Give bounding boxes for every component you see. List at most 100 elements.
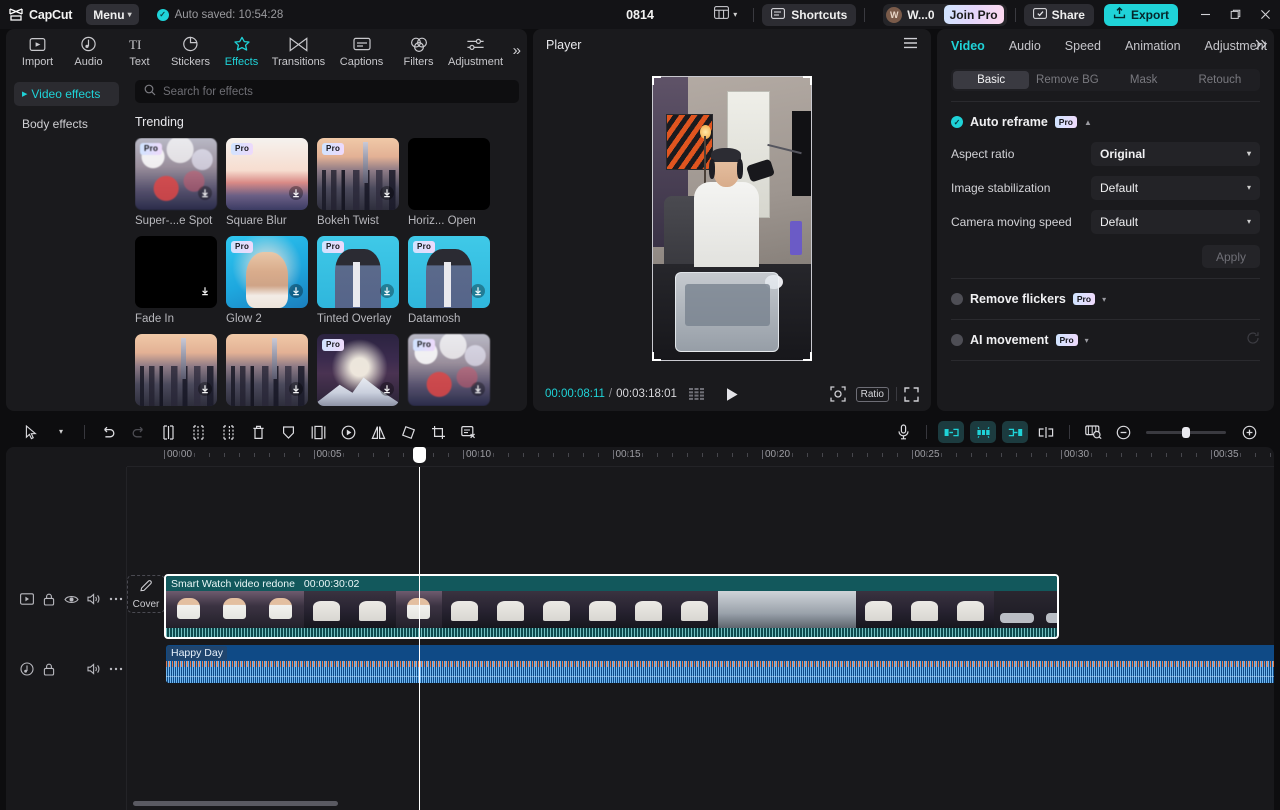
nav-tab-stickers[interactable]: Stickers <box>165 31 216 73</box>
more-icon[interactable] <box>105 657 127 681</box>
download-icon[interactable] <box>289 186 303 205</box>
playhead[interactable] <box>419 467 420 810</box>
share-button[interactable]: Share <box>1024 4 1094 26</box>
effect-card[interactable]: Pro Super-...e Spot <box>135 138 217 227</box>
tool-dropdown-button[interactable]: ▾ <box>46 419 76 445</box>
freeze-button[interactable] <box>273 419 303 445</box>
tab-animation[interactable]: Animation <box>1125 39 1181 53</box>
video-clip[interactable]: Smart Watch video redone 00:00:30:02 <box>164 574 1059 639</box>
category-body-effects[interactable]: Body effects <box>14 112 119 136</box>
effect-thumbnail[interactable]: Pro <box>408 334 490 406</box>
effect-card[interactable]: Pro Datamosh <box>408 236 490 325</box>
lock-icon[interactable] <box>38 587 60 611</box>
effect-thumbnail[interactable] <box>226 334 308 406</box>
export-button[interactable]: Export <box>1104 4 1178 26</box>
nav-more-button[interactable]: » <box>513 42 521 59</box>
download-icon[interactable] <box>289 284 303 303</box>
shortcuts-button[interactable]: Shortcuts <box>762 4 856 26</box>
effect-card[interactable]: Horiz... Open <box>408 138 490 227</box>
timeline-lane[interactable]: Smart Watch video redone 00:00:30:02 Hap… <box>127 467 1274 810</box>
segment-retouch[interactable]: Retouch <box>1182 71 1258 89</box>
ratio-button[interactable]: Ratio <box>856 387 889 402</box>
zoom-slider-knob[interactable] <box>1182 427 1190 438</box>
download-icon[interactable] <box>198 382 212 401</box>
split-button[interactable] <box>153 419 183 445</box>
tab-video[interactable]: Video <box>951 39 985 53</box>
search-input[interactable] <box>163 86 510 98</box>
tab-speed[interactable]: Speed <box>1065 39 1101 53</box>
speed-button[interactable] <box>333 419 363 445</box>
ai-movement-checkbox[interactable] <box>951 334 963 346</box>
crop-button[interactable] <box>423 419 453 445</box>
record-voiceover-button[interactable] <box>888 419 918 445</box>
resize-handle-top-left[interactable] <box>652 76 661 85</box>
nav-tab-effects[interactable]: Effects <box>216 31 267 73</box>
effect-card[interactable]: Pro <box>408 334 490 406</box>
image-stabilization-select[interactable]: Default ▾ <box>1091 176 1260 200</box>
effect-card[interactable]: Pro <box>317 334 399 406</box>
download-icon[interactable] <box>380 186 394 205</box>
segment-remove-bg[interactable]: Remove BG <box>1029 71 1105 89</box>
layout-switch-button[interactable]: ▾ <box>706 6 745 24</box>
download-icon[interactable] <box>471 284 485 303</box>
inspector-more-button[interactable] <box>1255 38 1268 56</box>
auto-reframe-checkbox[interactable]: ✓ <box>951 116 963 128</box>
chevron-up-icon[interactable]: ▲ <box>1084 118 1092 127</box>
nav-tab-filters[interactable]: Filters <box>393 31 444 73</box>
rotate-button[interactable] <box>393 419 423 445</box>
segment-basic[interactable]: Basic <box>953 71 1029 89</box>
minimize-button[interactable] <box>1190 0 1220 29</box>
eye-icon[interactable] <box>60 587 82 611</box>
track-preview-icon[interactable] <box>16 587 38 611</box>
nav-tab-transitions[interactable]: Transitions <box>267 31 330 73</box>
trim-right-button[interactable] <box>213 419 243 445</box>
audio-clip[interactable]: Happy Day <box>166 645 1274 683</box>
effect-thumbnail[interactable]: Pro <box>408 236 490 308</box>
fullscreen-icon[interactable] <box>904 387 919 402</box>
effect-thumbnail[interactable]: Pro <box>226 138 308 210</box>
reset-icon[interactable] <box>1246 331 1260 350</box>
menu-button[interactable]: Menu ▾ <box>86 4 138 25</box>
effect-thumbnail[interactable]: Pro <box>317 138 399 210</box>
account-button[interactable]: W W...0 Join Pro <box>883 4 1006 26</box>
timecode-mode-icon[interactable] <box>689 388 707 400</box>
volume-icon[interactable] <box>83 657 105 681</box>
apply-button[interactable]: Apply <box>1202 245 1260 268</box>
segment-mask[interactable]: Mask <box>1106 71 1182 89</box>
auto-cut-mid-button[interactable] <box>970 421 996 443</box>
category-video-effects[interactable]: ▶ Video effects <box>14 82 119 106</box>
resize-handle-bottom-right[interactable] <box>803 352 812 361</box>
download-icon[interactable] <box>198 186 212 205</box>
more-icon[interactable] <box>105 587 127 611</box>
effect-thumbnail[interactable] <box>408 138 490 210</box>
mirror-button[interactable] <box>363 419 393 445</box>
tab-audio[interactable]: Audio <box>1009 39 1041 53</box>
video-preview-frame[interactable] <box>652 76 812 361</box>
close-button[interactable] <box>1250 0 1280 29</box>
maximize-button[interactable] <box>1220 0 1250 29</box>
aspect-ratio-select[interactable]: Original ▾ <box>1091 142 1260 166</box>
resize-handle-bottom-left[interactable] <box>652 352 661 361</box>
effect-card[interactable] <box>135 334 217 406</box>
download-icon[interactable] <box>198 284 212 303</box>
detach-audio-button[interactable] <box>1031 419 1061 445</box>
effect-thumbnail[interactable]: Pro <box>226 236 308 308</box>
nav-tab-adjustment[interactable]: Adjustment <box>444 31 507 73</box>
lock-icon[interactable] <box>38 657 60 681</box>
effect-thumbnail[interactable] <box>135 236 217 308</box>
camera-moving-speed-select[interactable]: Default ▾ <box>1091 210 1260 234</box>
undo-button[interactable] <box>93 419 123 445</box>
nav-tab-captions[interactable]: Captions <box>330 31 393 73</box>
effect-thumbnail[interactable]: Pro <box>135 138 217 210</box>
auto-cut-start-button[interactable] <box>938 421 964 443</box>
effect-thumbnail[interactable] <box>135 334 217 406</box>
redo-button[interactable] <box>123 419 153 445</box>
thumbnail-view-button[interactable] <box>1078 419 1108 445</box>
timeline-ruler[interactable]: 00:0000:0500:1000:1500:2000:2500:3000:35 <box>127 447 1274 467</box>
zoom-in-button[interactable] <box>1234 419 1264 445</box>
audio-track-icon[interactable] <box>16 657 38 681</box>
effect-card[interactable] <box>226 334 308 406</box>
zoom-out-button[interactable] <box>1108 419 1138 445</box>
search-bar[interactable] <box>135 80 519 103</box>
effect-card[interactable]: Pro Glow 2 <box>226 236 308 325</box>
